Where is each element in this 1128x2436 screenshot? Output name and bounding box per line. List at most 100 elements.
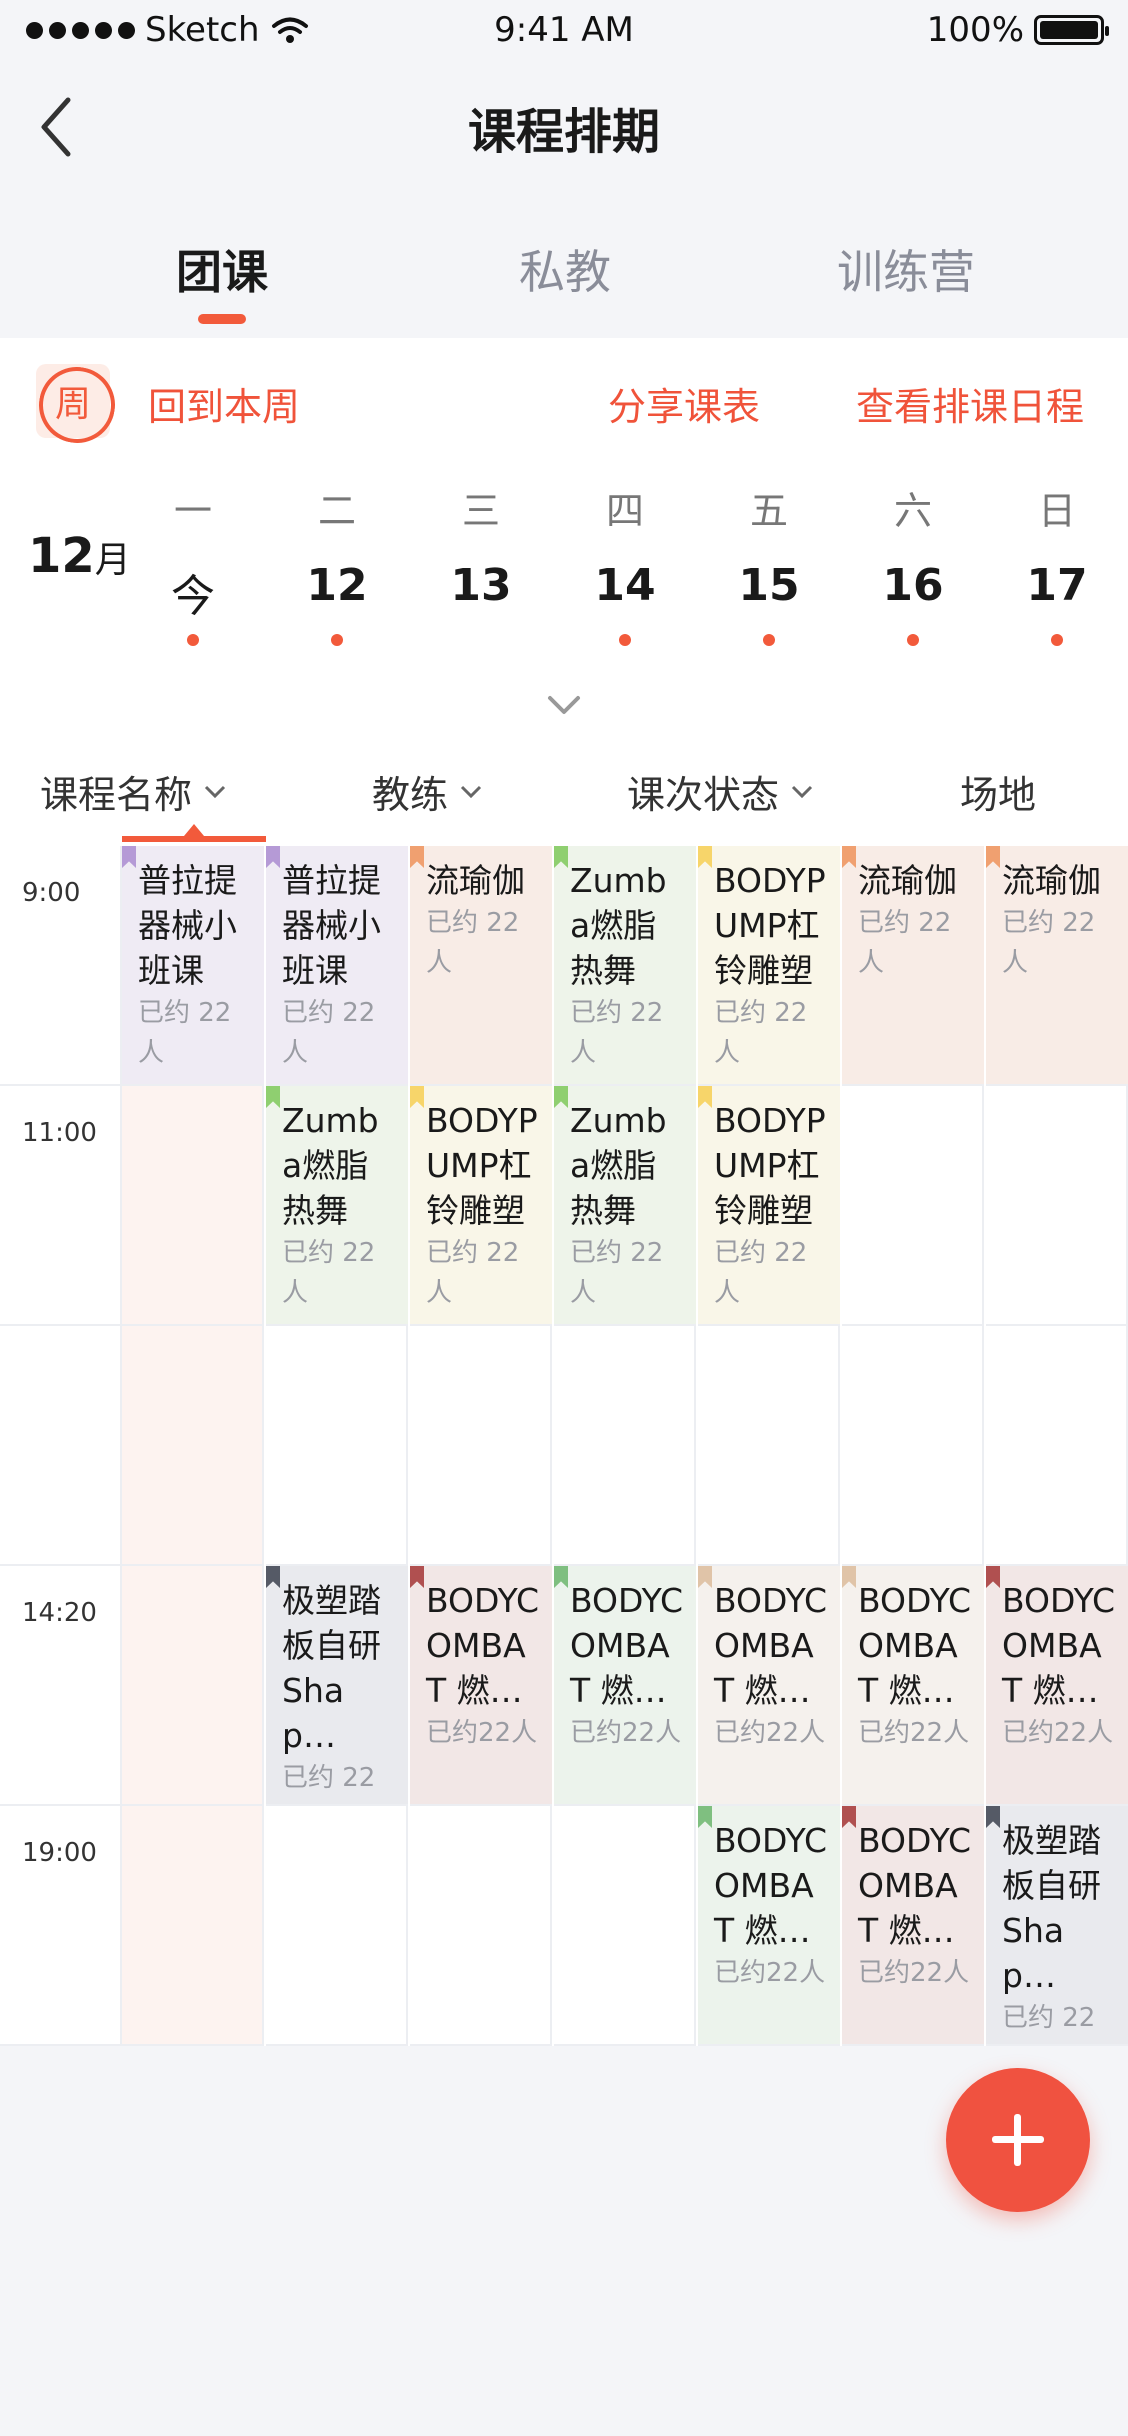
weekday-label: 二 [317,489,356,533]
week-icon[interactable]: 周 [36,364,110,438]
day-column-0[interactable]: 一今 [138,480,248,646]
month-unit: 月 [94,540,131,581]
course-name: 极塑踏板自研Shap… [1002,1821,1101,1995]
class-indicator-dot [907,634,919,646]
course-name: 普拉提器械小班课 [138,861,237,990]
week-icon-label: 周 [54,384,91,425]
course-card[interactable]: Zumba燃脂热舞 已约 22 人 [554,1086,696,1324]
day-column-2[interactable]: 三 13 [426,480,536,646]
chevron-down-icon [204,785,226,798]
course-card[interactable]: BODYCOMBAT 燃… 已约22人 [842,1806,984,2044]
course-card[interactable]: Zumba燃脂热舞 已约 22 人 [554,846,696,1084]
class-indicator-dot [619,634,631,646]
course-card[interactable]: 流瑜伽 已约 22 人 [842,846,984,1084]
date-label: 今 [171,571,215,622]
class-indicator-dot [1051,634,1063,646]
course-tag-icon [986,846,1000,868]
course-tag-icon [554,1086,568,1108]
course-booked-count: 已约 22 人 [426,1238,520,1308]
course-booked-count: 已约 22 人 [714,998,808,1068]
course-card[interactable]: 极塑踏板自研Shap… 已约 22 人 [986,1806,1128,2044]
course-name: Zumba燃脂热舞 [570,1101,667,1230]
grid-cell[interactable] [986,1086,1128,1326]
course-card[interactable]: BODYCOMBAT 燃… 已约22人 [410,1566,552,1804]
course-name: BODYPUMP杠铃雕塑 [714,1101,826,1230]
course-tag-icon [698,1806,712,1828]
grid-cell[interactable] [554,1326,696,1566]
course-card[interactable]: 普拉提器械小班课已约 22 人 [122,846,264,1084]
course-card[interactable]: BODYCOMBAT 燃… 已约22人 [842,1566,984,1804]
add-class-button[interactable] [946,2068,1090,2212]
course-card[interactable]: 普拉提器械小班课 已约 22 人 [266,846,408,1084]
date-label: 17 [1026,560,1088,611]
tab-training-camp[interactable]: 训练营 [786,236,1026,302]
course-booked-count: 已约 22 人 [282,1238,376,1308]
tab-group-class[interactable]: 团课 [102,236,342,302]
day-column-1[interactable]: 二 12 [282,480,392,646]
month-label: 12月 [28,528,131,584]
day-column-4[interactable]: 五 15 [714,480,824,646]
course-tag-icon [410,1086,424,1108]
grid-cell[interactable] [122,1566,264,1806]
grid-cell[interactable] [698,1326,840,1566]
filter-class-status[interactable]: 课次状态 [627,764,813,819]
time-label: 11:00 [22,1118,97,1148]
day-column-6[interactable]: 日 17 [1002,480,1112,646]
weekday-label: 一 [173,489,212,533]
grid-cell[interactable] [986,1326,1128,1566]
chevron-down-icon [460,785,482,798]
grid-cell[interactable] [410,1806,552,2046]
course-card[interactable]: 流瑜伽 已约 22 人 [410,846,552,1084]
course-tag-icon [986,1806,1000,1828]
filter-venue[interactable]: 场地 [960,764,1036,819]
back-to-week-link[interactable]: 回到本周 [148,376,300,431]
course-card[interactable]: BODYCOMBAT 燃… 已约22人 [554,1566,696,1804]
grid-cell[interactable] [410,1326,552,1566]
course-booked-count: 已约22人 [426,1718,538,1748]
course-name: 流瑜伽 [1002,861,1101,900]
view-schedule-link[interactable]: 查看排课日程 [856,376,1084,431]
course-card[interactable]: Zumba燃脂热舞 已约 22 人 [266,1086,408,1324]
course-card[interactable]: 流瑜伽已约 22 人 [986,846,1128,1084]
grid-cell[interactable] [554,1806,696,2046]
grid-cell[interactable] [122,1806,264,2046]
status-bar: Sketch 9:41 AM 100% [0,0,1128,60]
tab-private-coach[interactable]: 私教 [445,236,685,302]
filter-coach[interactable]: 教练 [372,764,482,819]
filter-course-name[interactable]: 课程名称 [40,764,226,819]
day-column-3[interactable]: 四 14 [570,480,680,646]
course-card[interactable]: BODYPUMP杠铃雕塑已约 22 人 [410,1086,552,1324]
schedule-grid: 9:00 11:00 14:20 19:00 普拉提器械小班课 已约 22 人普拉提器械小… [0,846,1128,2046]
course-name: BODYPUMP杠铃雕塑 [426,1101,538,1230]
course-card[interactable]: BODYCOMBAT 燃… 已约22人 [698,1806,840,2044]
course-booked-count: 已约 22 人 [1002,908,1096,978]
grid-cell[interactable] [122,1086,264,1326]
grid-cell[interactable] [842,1086,984,1326]
chevron-down-icon [791,785,813,798]
date-label: 12 [306,560,368,611]
grid-cell[interactable] [266,1806,408,2046]
course-tag-icon [122,846,136,868]
course-tag-icon [554,1566,568,1588]
course-card[interactable]: 极塑踏板自研Shap… 已约 22 人 [266,1566,408,1804]
course-booked-count: 已约 22 人 [138,998,232,1068]
course-card[interactable]: BODYCOMBAT 燃… 已约22人 [986,1566,1128,1804]
course-booked-count: 已约22人 [714,1718,826,1748]
grid-cell[interactable] [266,1326,408,1566]
filter-label: 场地 [960,773,1037,817]
course-name: 流瑜伽 [426,861,525,900]
share-schedule-link[interactable]: 分享课表 [608,376,760,431]
filter-label: 教练 [372,773,449,817]
course-card[interactable]: BODYPUMP杠铃雕塑 已约 22 人 [698,846,840,1084]
grid-cell[interactable] [842,1326,984,1566]
weekday-label: 日 [1037,489,1076,533]
date-label: 16 [882,560,944,611]
battery-percent: 100% [926,10,1024,50]
course-booked-count: 已约 22 人 [858,908,952,978]
day-column-5[interactable]: 六 16 [858,480,968,646]
course-tag-icon [842,1806,856,1828]
course-card[interactable]: BODYPUMP杠铃雕塑 已约 22 人 [698,1086,840,1324]
chevron-down-icon[interactable] [544,690,584,720]
course-card[interactable]: BODYCOMBAT 燃… 已约22人 [698,1566,840,1804]
grid-cell[interactable] [122,1326,264,1566]
